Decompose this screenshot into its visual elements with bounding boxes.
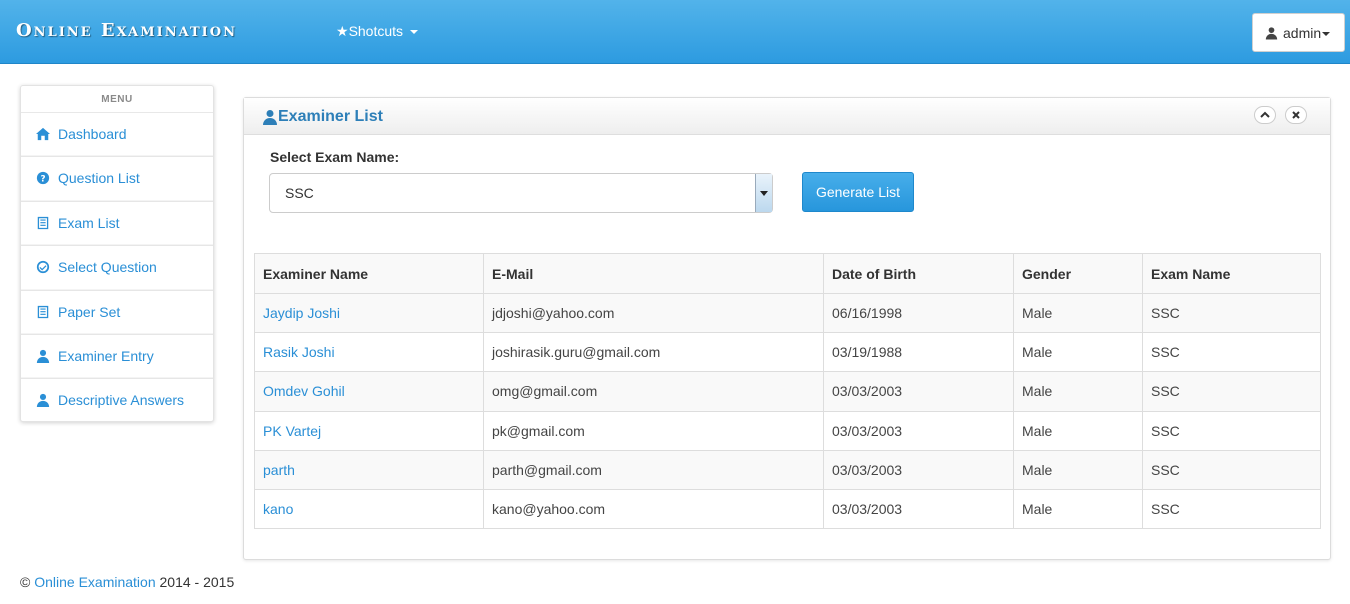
column-header: Exam Name bbox=[1142, 253, 1321, 294]
question-circle-icon: ? bbox=[35, 170, 51, 186]
footer-home-link[interactable]: Online Examination bbox=[34, 574, 155, 590]
caret-down-icon bbox=[1322, 32, 1331, 37]
copyright-symbol: © bbox=[20, 574, 31, 590]
sidebar-item-descriptive-answers[interactable]: Descriptive Answers bbox=[21, 379, 213, 423]
gender-cell: Male bbox=[1013, 449, 1143, 490]
sidebar-item-label: Descriptive Answers bbox=[58, 392, 185, 409]
examiner-name-link[interactable]: Omdev Gohil bbox=[254, 371, 484, 412]
exam-name-cell: SSC bbox=[1142, 332, 1321, 373]
star-icon: ★ bbox=[336, 23, 349, 39]
sidebar-menu: MENU Dashboard ? Question List Exam List… bbox=[20, 85, 214, 422]
dropdown-arrow-icon[interactable] bbox=[755, 174, 772, 212]
sidebar-item-paper-set[interactable]: Paper Set bbox=[21, 291, 213, 335]
footer-years: 2014 - 2015 bbox=[159, 574, 235, 590]
exam-name-cell: SSC bbox=[1142, 410, 1321, 451]
table-header-row: Examiner Name E-Mail Date of Birth Gende… bbox=[254, 253, 1321, 294]
sidebar-item-select-question[interactable]: Select Question bbox=[21, 246, 213, 291]
list-icon bbox=[35, 304, 51, 320]
exam-name-select[interactable]: SSC bbox=[269, 173, 773, 213]
dob-cell: 03/03/2003 bbox=[823, 488, 1014, 530]
chevron-up-icon bbox=[1260, 111, 1270, 118]
email-cell: joshirasik.guru@gmail.com bbox=[483, 332, 824, 373]
sidebar-item-label: Dashboard bbox=[58, 126, 127, 142]
examiner-table: Examiner Name E-Mail Date of Birth Gende… bbox=[254, 253, 1321, 530]
panel-title-text: Examiner List bbox=[278, 108, 383, 125]
dob-cell: 03/03/2003 bbox=[823, 410, 1014, 451]
brand-logo[interactable]: Online Examination bbox=[16, 20, 237, 41]
user-name: admin bbox=[1283, 25, 1322, 41]
sidebar-item-label: Question List bbox=[58, 170, 140, 187]
close-button[interactable] bbox=[1285, 106, 1307, 124]
table-row: Jaydip Joshi jdjoshi@yahoo.com 06/16/199… bbox=[254, 292, 1321, 334]
email-cell: kano@yahoo.com bbox=[483, 488, 824, 530]
user-icon bbox=[263, 110, 277, 125]
table-row: PK Vartej pk@gmail.com 03/03/2003 Male S… bbox=[254, 410, 1321, 451]
dob-cell: 03/03/2003 bbox=[823, 371, 1014, 412]
sidebar-item-exam-list[interactable]: Exam List bbox=[21, 202, 213, 247]
exam-name-cell: SSC bbox=[1142, 488, 1321, 530]
examiner-name-link[interactable]: kano bbox=[254, 488, 484, 530]
table-row: parth parth@gmail.com 03/03/2003 Male SS… bbox=[254, 449, 1321, 490]
user-menu-button[interactable]: admin bbox=[1252, 13, 1345, 52]
column-header: Date of Birth bbox=[823, 253, 1014, 294]
select-exam-label: Select Exam Name: bbox=[270, 149, 400, 165]
user-icon bbox=[35, 348, 51, 364]
column-header: E-Mail bbox=[483, 253, 824, 294]
dob-cell: 03/19/1988 bbox=[823, 332, 1014, 373]
gender-cell: Male bbox=[1013, 488, 1143, 530]
sidebar-item-label: Select Question bbox=[58, 259, 157, 276]
table-row: Omdev Gohil omg@gmail.com 03/03/2003 Mal… bbox=[254, 371, 1321, 412]
gender-cell: Male bbox=[1013, 410, 1143, 451]
exam-name-value: SSC bbox=[285, 185, 314, 201]
panel-header: Examiner List bbox=[244, 98, 1330, 135]
gender-cell: Male bbox=[1013, 292, 1143, 334]
examiner-name-link[interactable]: parth bbox=[254, 449, 484, 490]
menu-title: MENU bbox=[21, 86, 213, 113]
sidebar-item-label: Exam List bbox=[58, 214, 120, 231]
examiner-name-link[interactable]: Jaydip Joshi bbox=[254, 292, 484, 334]
user-icon bbox=[1265, 25, 1283, 41]
sidebar-item-label: Examiner Entry bbox=[58, 347, 154, 364]
shortcuts-dropdown[interactable]: ★Shotcuts bbox=[336, 23, 418, 40]
email-cell: pk@gmail.com bbox=[483, 410, 824, 451]
column-header: Gender bbox=[1013, 253, 1143, 294]
examiner-list-panel: Examiner List Select Exam Name: SSC Gene… bbox=[243, 97, 1331, 560]
top-navbar: Online Examination ★Shotcuts admin bbox=[0, 0, 1350, 64]
exam-name-cell: SSC bbox=[1142, 449, 1321, 490]
svg-text:?: ? bbox=[40, 175, 45, 185]
sidebar-item-dashboard[interactable]: Dashboard bbox=[21, 113, 213, 158]
table-row: Rasik Joshi joshirasik.guru@gmail.com 03… bbox=[254, 332, 1321, 373]
caret-down-icon bbox=[409, 30, 418, 35]
exam-name-cell: SSC bbox=[1142, 292, 1321, 334]
table-row: kano kano@yahoo.com 03/03/2003 Male SSC bbox=[254, 488, 1321, 530]
email-cell: jdjoshi@yahoo.com bbox=[483, 292, 824, 334]
email-cell: omg@gmail.com bbox=[483, 371, 824, 412]
email-cell: parth@gmail.com bbox=[483, 449, 824, 490]
column-header: Examiner Name bbox=[254, 253, 484, 294]
footer: © Online Examination 2014 - 2015 bbox=[20, 574, 234, 590]
dob-cell: 03/03/2003 bbox=[823, 449, 1014, 490]
panel-title: Examiner List bbox=[262, 108, 383, 126]
sidebar-item-question-list[interactable]: ? Question List bbox=[21, 157, 213, 202]
home-icon bbox=[35, 126, 51, 142]
sidebar-item-label: Paper Set bbox=[58, 303, 121, 320]
user-icon bbox=[35, 392, 51, 408]
exam-name-cell: SSC bbox=[1142, 371, 1321, 412]
collapse-button[interactable] bbox=[1254, 106, 1276, 124]
gender-cell: Male bbox=[1013, 371, 1143, 412]
list-icon bbox=[35, 215, 51, 231]
examiner-name-link[interactable]: Rasik Joshi bbox=[254, 332, 484, 373]
generate-list-button[interactable]: Generate List bbox=[802, 172, 914, 212]
close-icon bbox=[1292, 111, 1300, 119]
sidebar-item-examiner-entry[interactable]: Examiner Entry bbox=[21, 335, 213, 380]
shortcuts-label: Shotcuts bbox=[348, 23, 404, 39]
dob-cell: 06/16/1998 bbox=[823, 292, 1014, 334]
check-circle-icon bbox=[35, 259, 51, 275]
gender-cell: Male bbox=[1013, 332, 1143, 373]
examiner-name-link[interactable]: PK Vartej bbox=[254, 410, 484, 451]
